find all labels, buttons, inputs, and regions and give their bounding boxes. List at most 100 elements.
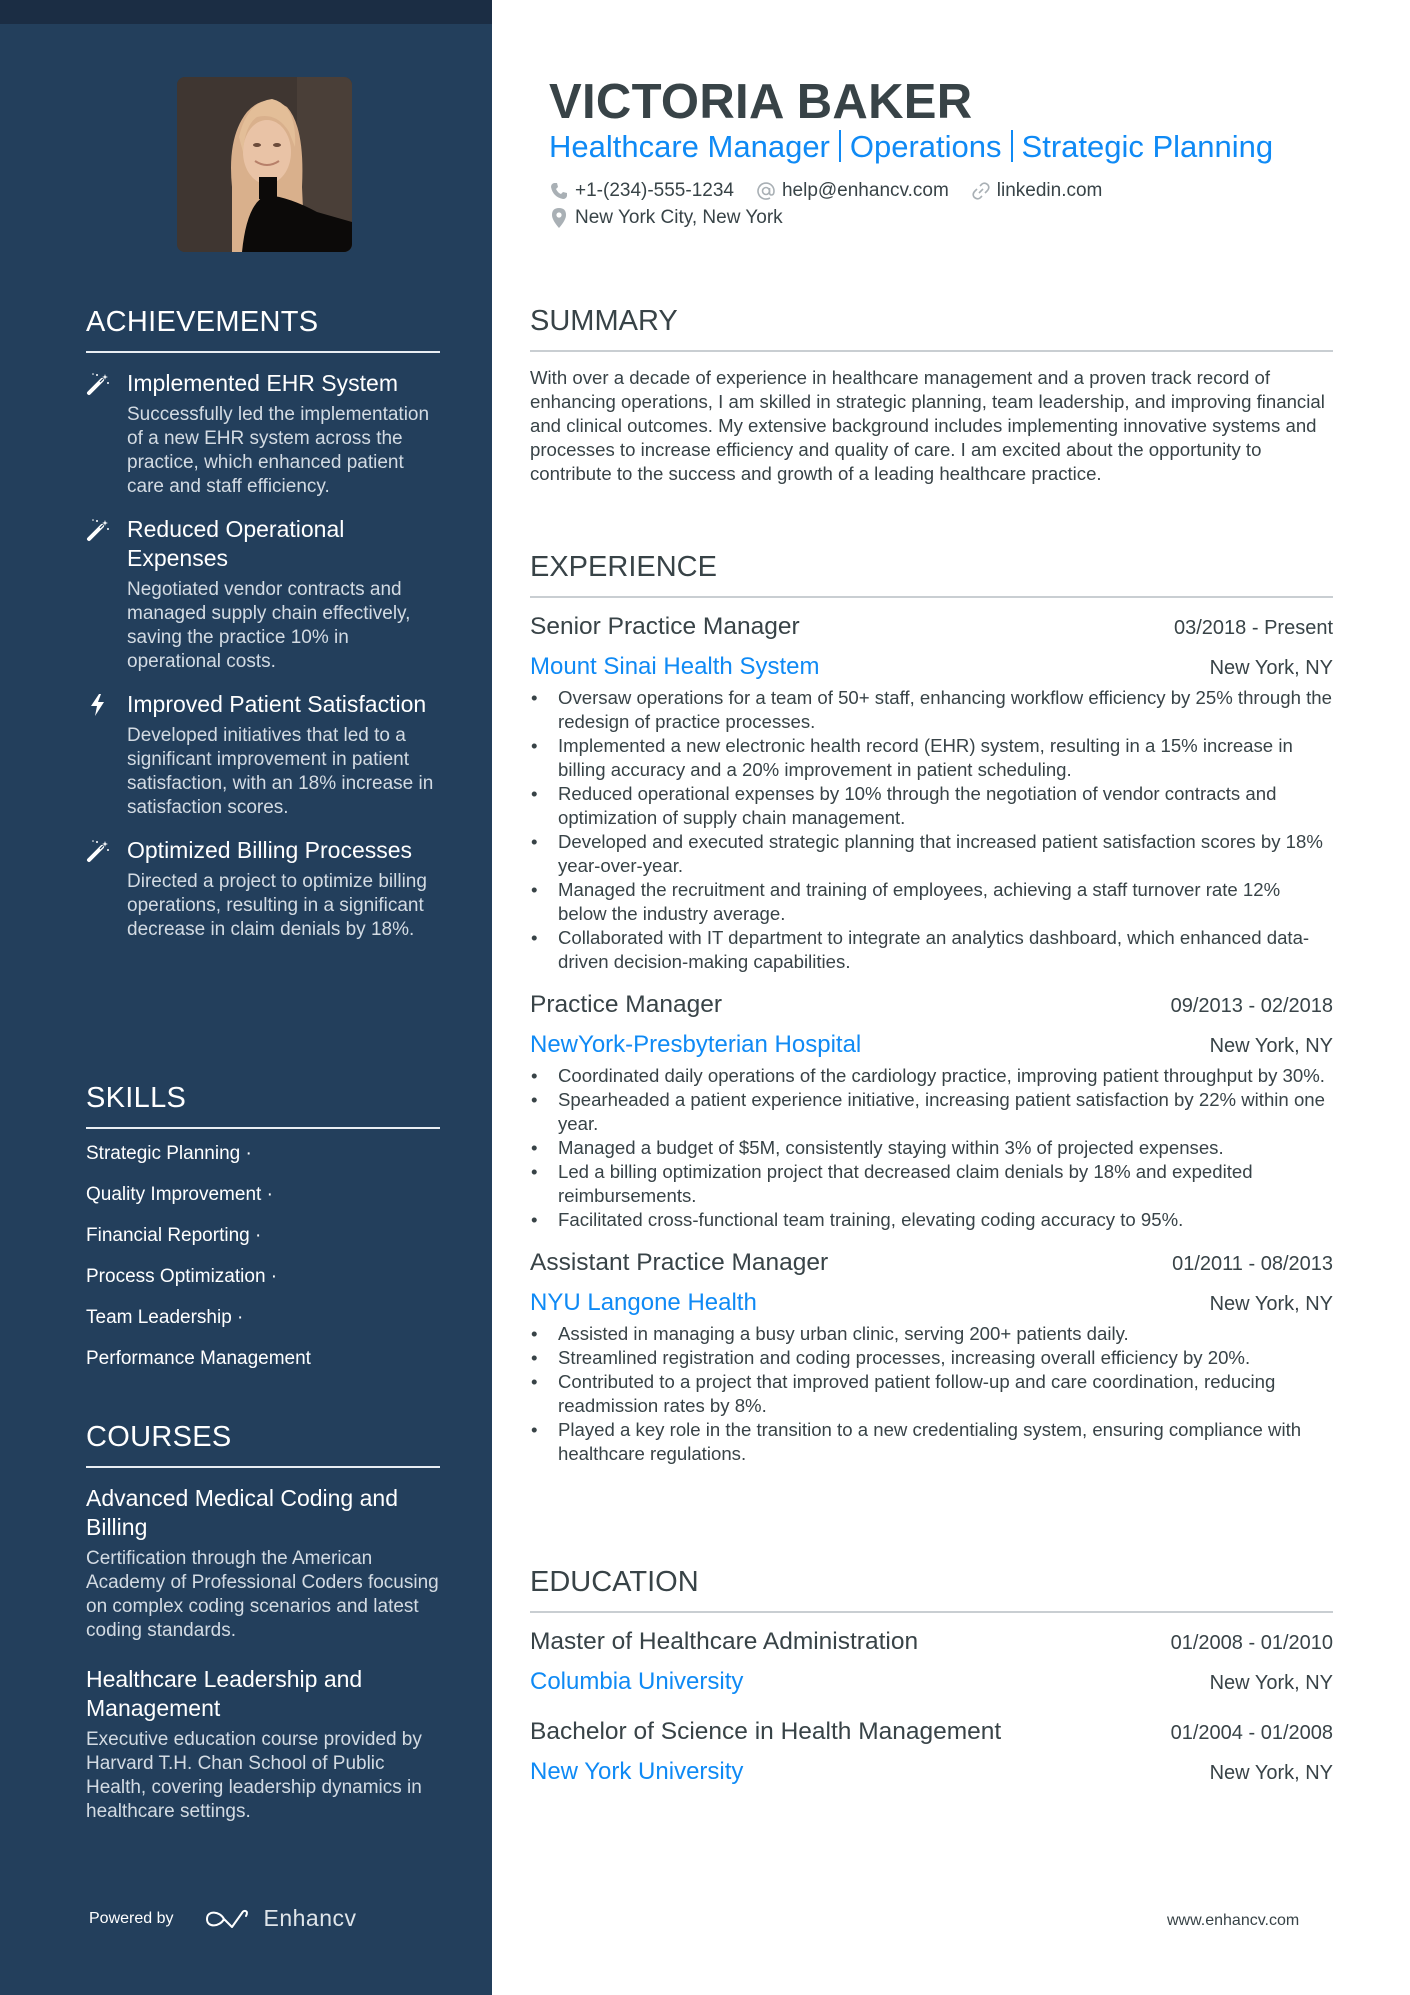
email-contact[interactable]: help@enhancv.com: [756, 180, 949, 202]
job-entry: Practice Manager 09/2013 - 02/2018 NewYo…: [530, 990, 1333, 1232]
course-item: Advanced Medical Coding and Billing Cert…: [86, 1484, 440, 1643]
job-bullet: Assisted in managing a busy urban clinic…: [531, 1322, 1333, 1346]
job-title-row: Practice Manager 09/2013 - 02/2018: [530, 990, 1333, 1020]
enhancv-logo[interactable]: Enhancv: [204, 1905, 357, 1932]
skills-list: Strategic Planning · Quality Improvement…: [86, 1142, 440, 1371]
lightning-bolt-icon: [86, 693, 110, 717]
courses-section: COURSES Advanced Medical Coding and Bill…: [86, 1420, 440, 1824]
education-school-row: Columbia University New York, NY: [530, 1667, 1333, 1697]
job-company-row: Mount Sinai Health System New York, NY: [530, 652, 1333, 682]
achievements-heading: ACHIEVEMENTS: [86, 305, 440, 353]
job-bullet: Reduced operational expenses by 10% thro…: [531, 782, 1333, 830]
location-row: New York City, New York: [549, 207, 805, 229]
powered-by: Powered by Enhancv: [89, 1905, 357, 1932]
education-entry: Bachelor of Science in Health Management…: [530, 1717, 1333, 1787]
job-bullet: Implemented a new electronic health reco…: [531, 734, 1333, 782]
skill-item: Performance Management: [86, 1348, 311, 1369]
job-title: Assistant Practice Manager: [530, 1249, 829, 1276]
education-school: Columbia University: [530, 1668, 744, 1695]
course-description: Certification through the American Acade…: [86, 1548, 439, 1641]
job-bullets: Oversaw operations for a team of 50+ sta…: [530, 686, 1333, 974]
job-title: Practice Manager: [530, 991, 723, 1018]
job-entry: Senior Practice Manager 03/2018 - Presen…: [530, 612, 1333, 974]
job-location: New York, NY: [1209, 1035, 1333, 1057]
summary-heading: SUMMARY: [530, 304, 1333, 352]
achievement-title: Improved Patient Satisfaction: [127, 691, 427, 717]
job-bullet: Coordinated daily operations of the card…: [531, 1064, 1333, 1088]
enhancv-brand-name: Enhancv: [263, 1905, 357, 1931]
enhancv-logo-icon: [205, 1909, 248, 1928]
job-company: NYU Langone Health: [530, 1289, 757, 1316]
course-description: Executive education course provided by H…: [86, 1729, 422, 1822]
education-degree-row: Master of Healthcare Administration 01/2…: [530, 1627, 1333, 1657]
education-entry: Master of Healthcare Administration 01/2…: [530, 1627, 1333, 1697]
powered-by-label: Powered by: [89, 1909, 174, 1927]
education-degree: Master of Healthcare Administration: [530, 1628, 919, 1655]
education-location: New York, NY: [1209, 1672, 1333, 1694]
courses-heading: COURSES: [86, 1420, 440, 1468]
achievement-title: Reduced Operational Expenses: [127, 516, 345, 571]
magic-wand-icon: [86, 372, 110, 396]
phone-number: +1-(234)-555-1234: [575, 180, 734, 201]
job-location: New York, NY: [1209, 1293, 1333, 1315]
email-address: help@enhancv.com: [781, 180, 949, 201]
headline: Healthcare Manager Operations Strategic Pl…: [549, 127, 1273, 167]
achievement-title: Optimized Billing Processes: [127, 837, 413, 863]
job-bullets: Assisted in managing a busy urban clinic…: [530, 1322, 1333, 1466]
education-location: New York, NY: [1209, 1762, 1333, 1784]
education-section: EDUCATION Master of Healthcare Administr…: [530, 1565, 1333, 1787]
website-contact[interactable]: linkedin.com: [971, 180, 1103, 202]
magic-wand-icon: [86, 839, 110, 863]
achievement-item: Reduced Operational Expenses Negotiated …: [86, 515, 440, 674]
website-url: linkedin.com: [996, 180, 1103, 201]
skill-item: Strategic Planning ·: [86, 1143, 252, 1164]
headline-separator: [838, 130, 841, 162]
achievement-item: Implemented EHR System Successfully led …: [86, 369, 440, 499]
headline-separator: [1010, 130, 1013, 162]
job-dates: 09/2013 - 02/2018: [1170, 995, 1333, 1017]
headline-part: Strategic Planning: [1021, 129, 1274, 164]
job-entry: Assistant Practice Manager 01/2011 - 08/…: [530, 1248, 1333, 1466]
headline-part: Healthcare Manager: [549, 129, 830, 164]
phone-icon: [551, 183, 567, 199]
achievement-description: Negotiated vendor contracts and managed …: [127, 579, 411, 672]
footer-website-link[interactable]: www.enhancv.com: [1167, 1912, 1299, 1930]
achievements-section: ACHIEVEMENTS Implemented EHR System Succ…: [86, 305, 440, 942]
job-bullet: Managed a budget of $5M, consistently st…: [531, 1136, 1333, 1160]
sidebar-top-strip: [0, 0, 492, 24]
portrait-image: [177, 77, 352, 252]
skill-item: Team Leadership ·: [86, 1307, 244, 1328]
job-bullet: Facilitated cross-functional team traini…: [531, 1208, 1333, 1232]
education-degree-row: Bachelor of Science in Health Management…: [530, 1717, 1333, 1747]
headline-part: Operations: [849, 129, 1002, 164]
contact-row: +1-(234)-555-1234 help@enhancv.com linke…: [549, 180, 1124, 202]
job-bullet: Managed the recruitment and training of …: [531, 878, 1333, 926]
job-dates: 03/2018 - Present: [1174, 617, 1333, 639]
job-title: Senior Practice Manager: [530, 613, 800, 640]
job-bullet: Spearheaded a patient experience initiat…: [531, 1088, 1333, 1136]
job-bullet: Developed and executed strategic plannin…: [531, 830, 1333, 878]
skills-heading: SKILLS: [86, 1081, 440, 1129]
job-title-row: Senior Practice Manager 03/2018 - Presen…: [530, 612, 1333, 642]
map-pin-icon: [552, 208, 566, 228]
location-contact: New York City, New York: [549, 207, 783, 229]
job-bullet: Contributed to a project that improved p…: [531, 1370, 1333, 1418]
job-bullet: Streamlined registration and coding proc…: [531, 1346, 1333, 1370]
education-school-row: New York University New York, NY: [530, 1757, 1333, 1787]
education-dates: 01/2004 - 01/2008: [1170, 1722, 1333, 1744]
skill-item: Quality Improvement ·: [86, 1184, 273, 1205]
skill-item: Process Optimization ·: [86, 1266, 278, 1287]
job-bullet: Oversaw operations for a team of 50+ sta…: [531, 686, 1333, 734]
job-dates: 01/2011 - 08/2013: [1172, 1253, 1333, 1275]
job-company: Mount Sinai Health System: [530, 653, 820, 680]
job-location: New York, NY: [1209, 657, 1333, 679]
achievement-description: Developed initiatives that led to a sign…: [127, 725, 434, 818]
achievement-description: Directed a project to optimize billing o…: [127, 871, 427, 940]
phone-contact[interactable]: +1-(234)-555-1234: [549, 180, 734, 202]
location-text: New York City, New York: [575, 207, 783, 228]
candidate-name: VICTORIA BAKER: [549, 75, 973, 129]
job-company-row: NewYork-Presbyterian Hospital New York, …: [530, 1030, 1333, 1060]
course-title: Healthcare Leadership and Management: [86, 1666, 363, 1721]
course-item: Healthcare Leadership and Management Exe…: [86, 1665, 440, 1824]
skill-item: Financial Reporting ·: [86, 1225, 262, 1246]
